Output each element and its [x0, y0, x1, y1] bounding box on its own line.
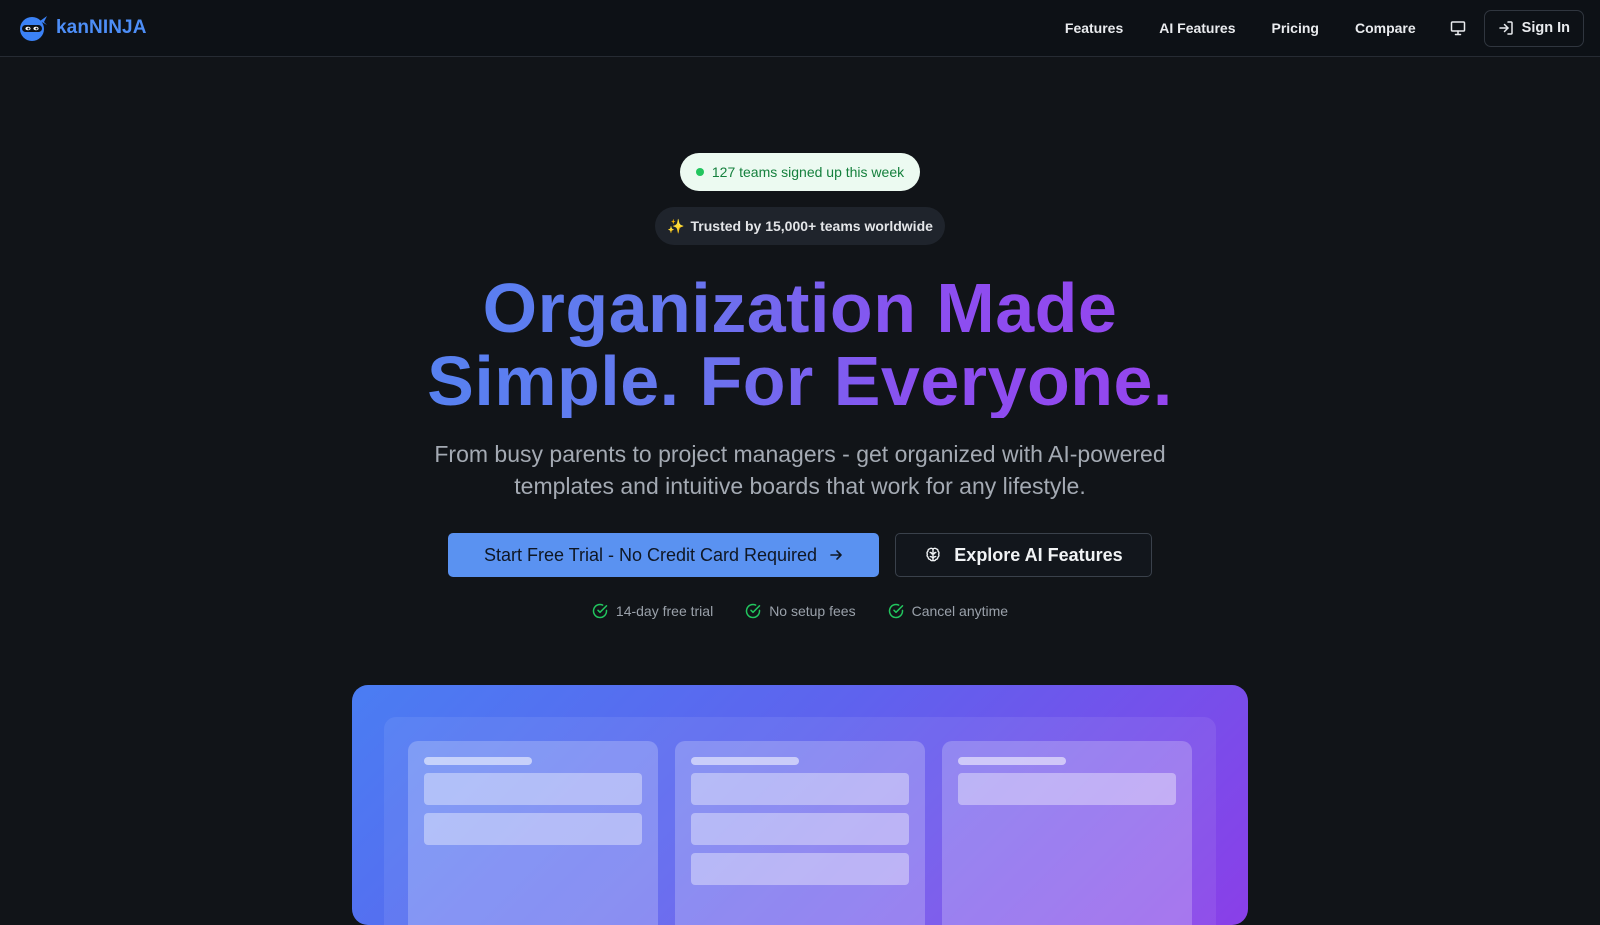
card-placeholder	[691, 813, 909, 845]
top-navbar: kanNINJA Features AI Features Pricing Co…	[0, 0, 1600, 57]
signup-count-badge: 127 teams signed up this week	[680, 153, 920, 191]
column-title-placeholder	[691, 757, 799, 765]
sign-in-label: Sign In	[1521, 20, 1570, 36]
board-preview-illustration	[352, 685, 1248, 925]
benefit-label: Cancel anytime	[911, 603, 1009, 619]
column-title-placeholder	[958, 757, 1066, 765]
sign-in-icon	[1498, 21, 1513, 35]
monitor-icon	[1450, 21, 1465, 36]
explore-ai-features-label: Explore AI Features	[954, 544, 1123, 565]
board-column-preview	[675, 741, 925, 925]
nav-link-features[interactable]: Features	[1047, 20, 1141, 36]
trusted-badge: ✨ Trusted by 15,000+ teams worldwide	[655, 207, 945, 245]
sign-in-button[interactable]: Sign In	[1483, 9, 1584, 47]
brain-icon	[926, 547, 940, 562]
nav-link-pricing[interactable]: Pricing	[1254, 20, 1337, 36]
card-placeholder	[424, 773, 642, 805]
hero-subheadline: From busy parents to project managers - …	[434, 441, 1166, 499]
explore-ai-features-button[interactable]: Explore AI Features	[895, 533, 1152, 577]
board-preview-frame	[384, 717, 1216, 925]
headline-line-1: Organization Made	[482, 269, 1118, 347]
nav-menu: Features AI Features Pricing Compare Sig…	[1047, 9, 1584, 47]
brand-name: kanNINJA	[56, 17, 147, 38]
ninja-logo-icon	[20, 16, 47, 41]
nav-link-compare[interactable]: Compare	[1337, 20, 1434, 36]
brand-home-link[interactable]: kanNINJA	[18, 13, 147, 43]
benefit-item: Cancel anytime	[888, 603, 1009, 619]
hero-headline: Organization Made Simple. For Everyone.	[300, 272, 1300, 418]
board-column-preview	[408, 741, 658, 925]
theme-display-button[interactable]	[1438, 10, 1478, 46]
benefit-item: No setup fees	[745, 603, 856, 619]
check-circle-icon	[888, 603, 903, 619]
board-column-preview	[942, 741, 1192, 925]
benefit-label: No setup fees	[769, 603, 856, 619]
benefit-label: 14-day free trial	[615, 603, 714, 619]
start-free-trial-button[interactable]: Start Free Trial - No Credit Card Requir…	[448, 533, 879, 577]
headline-line-2: Simple. For Everyone.	[427, 342, 1173, 420]
card-placeholder	[691, 773, 909, 805]
signup-count-text: 127 teams signed up this week	[711, 164, 905, 180]
start-free-trial-label: Start Free Trial - No Credit Card Requir…	[483, 544, 818, 565]
card-placeholder	[691, 853, 909, 885]
benefits-list: 14-day free trial No setup fees Cancel a…	[400, 600, 1200, 622]
live-status-dot	[695, 168, 704, 176]
nav-link-ai-features[interactable]: AI Features	[1141, 20, 1253, 36]
trusted-text: Trusted by 15,000+ teams worldwide	[690, 218, 933, 234]
benefit-item: 14-day free trial	[592, 603, 713, 619]
check-circle-icon	[592, 603, 608, 619]
card-placeholder	[424, 813, 642, 845]
column-title-placeholder	[424, 757, 532, 765]
check-circle-icon	[745, 603, 761, 619]
card-placeholder	[958, 773, 1176, 805]
sparkle-icon: ✨	[667, 217, 685, 234]
arrow-right-icon	[830, 550, 842, 560]
